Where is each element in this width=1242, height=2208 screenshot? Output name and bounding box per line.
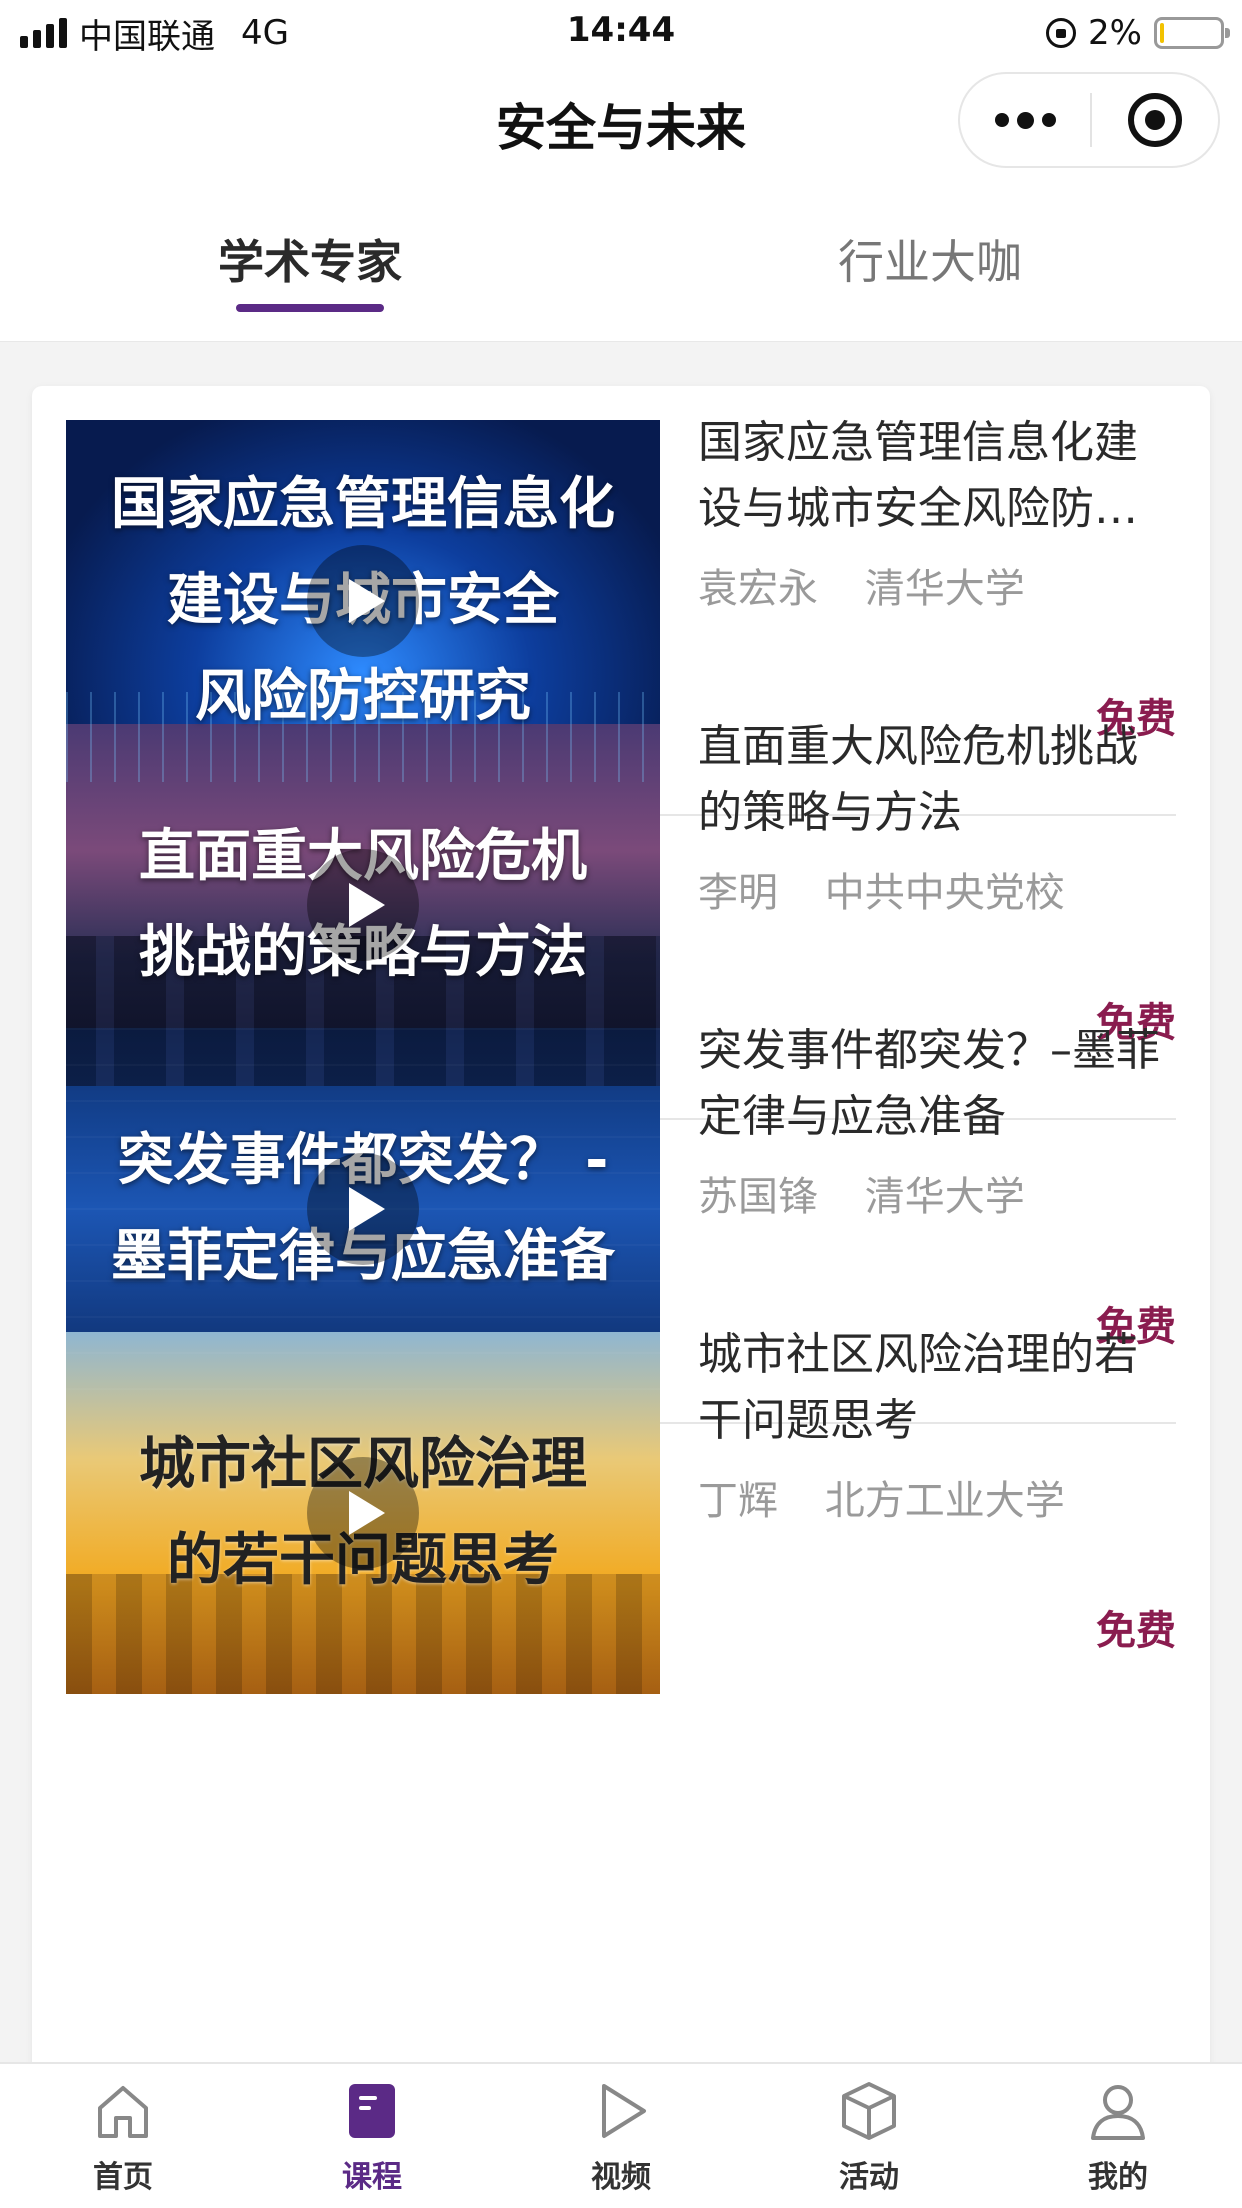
course-thumbnail[interactable]: 突发事件都突发？ - 墨菲定律与应急准备 [66,1028,660,1390]
tabbar-item-courses[interactable]: 课程 [302,2078,442,2196]
course-book-icon [349,2084,395,2138]
box-icon [842,2082,896,2140]
speaker-org: 清华大学 [864,1174,1025,1220]
tab-academic-experts[interactable]: 学术专家 [160,226,460,292]
nav-bar: 安全与未来 [0,66,1242,180]
price-badge: 免费 [1096,1608,1176,1654]
battery-icon [1154,17,1230,49]
tabbar-label: 课程 [342,2160,402,2195]
tabbar-label: 活动 [839,2160,899,2195]
tabbar-item-home[interactable]: 首页 [53,2078,193,2196]
miniprogram-capsule [958,72,1220,168]
status-right: 2% [1046,8,1230,58]
battery-percent: 2% [1088,13,1142,53]
speaker-name: 苏国锋 [698,1174,818,1220]
speaker-org: 清华大学 [864,566,1025,612]
play-icon [602,2084,646,2138]
course-meta: 苏国锋 清华大学 [698,1164,1025,1222]
bottom-tabbar: 首页 课程 视频 活动 我的 [0,2062,1242,2208]
speaker-org: 北方工业大学 [824,1478,1065,1524]
tabbar-label: 首页 [93,2160,153,2195]
page: 中国联通 4G 14:44 2% 安全与未来 学术专家 行业大咖 国家应急管理信… [0,0,1242,2208]
target-close-icon [1128,93,1182,147]
category-tabs: 学术专家 行业大咖 [0,180,1242,342]
tabbar-item-activities[interactable]: 活动 [799,2078,939,2196]
course-title: 城市社区风险治理的若干问题思考 [698,1329,1138,1446]
tab-industry-experts[interactable]: 行业大咖 [780,226,1080,292]
course-title: 国家应急管理信息化建设与城市安全风险防… [698,417,1138,534]
tabbar-label: 我的 [1088,2160,1148,2195]
play-icon[interactable] [307,1457,419,1569]
rotation-lock-icon [1046,18,1077,48]
speaker-name: 李明 [698,870,778,916]
course-meta: 李明 中共中央党校 [698,860,1065,918]
speaker-name: 袁宏永 [698,566,818,612]
close-button[interactable] [1092,74,1218,166]
battery-fill [1160,23,1164,43]
play-icon[interactable] [307,545,419,657]
thumbnail-line: 风险防控研究 [195,664,531,729]
play-icon[interactable] [307,849,419,961]
thumbnail-line: 国家应急管理信息化 [111,472,615,537]
home-icon [98,2086,148,2138]
more-dots-icon[interactable] [960,74,1090,166]
speaker-org: 中共中央党校 [824,870,1065,916]
course-title: 直面重大风险危机挑战的策略与方法 [698,721,1138,838]
user-icon [1091,2085,1145,2140]
tabbar-item-video[interactable]: 视频 [551,2078,691,2196]
course-list: 国家应急管理信息化 建设与城市安全 风险防控研究 国家应急管理信息化建设与城市安… [32,386,1210,2208]
tabbar-item-me[interactable]: 我的 [1048,2078,1188,2196]
active-tab-indicator [236,304,384,312]
course-thumbnail[interactable]: 国家应急管理信息化 建设与城市安全 风险防控研究 [66,420,660,782]
status-bar: 中国联通 4G 14:44 2% [0,0,1242,66]
play-icon[interactable] [307,1153,419,1265]
course-meta: 袁宏永 清华大学 [698,556,1025,614]
tabbar-label: 视频 [591,2160,651,2195]
course-title: 突发事件都突发？–墨菲定律与应急准备 [698,1025,1160,1142]
course-meta: 丁辉 北方工业大学 [698,1468,1065,1526]
speaker-name: 丁辉 [698,1478,778,1524]
